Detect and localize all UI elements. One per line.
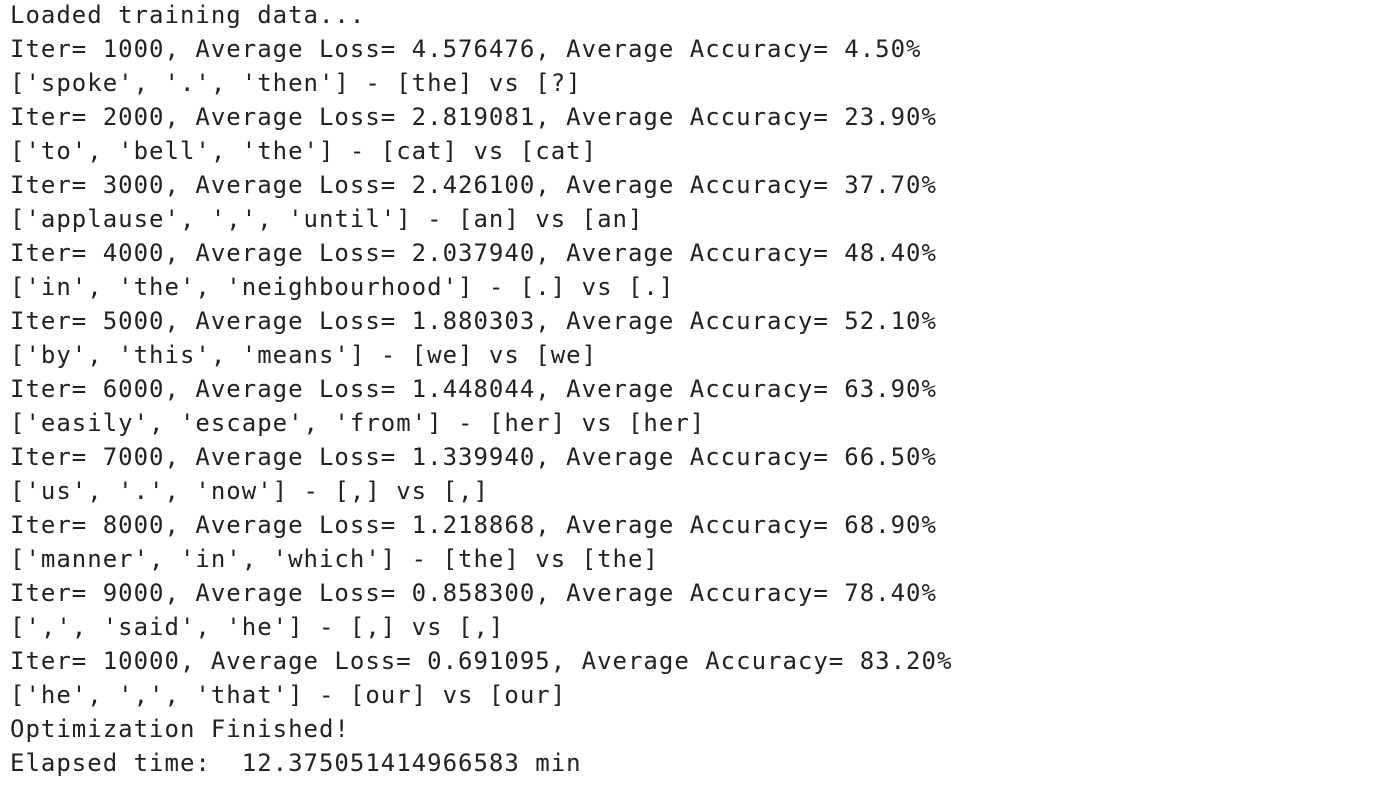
- log-line-sample-10000: ['he', ',', 'that'] - [our] vs [our]: [10, 681, 567, 709]
- log-line-sample-9000: [',', 'said', 'he'] - [,] vs [,]: [10, 613, 505, 641]
- log-line-loaded: Loaded training data...: [10, 1, 366, 29]
- log-line-iter-2000: Iter= 2000, Average Loss= 2.819081, Aver…: [10, 103, 937, 131]
- log-line-iter-5000: Iter= 5000, Average Loss= 1.880303, Aver…: [10, 307, 937, 335]
- log-line-finished: Optimization Finished!: [10, 715, 350, 743]
- log-line-sample-6000: ['easily', 'escape', 'from'] - [her] vs …: [10, 409, 706, 437]
- log-line-iter-3000: Iter= 3000, Average Loss= 2.426100, Aver…: [10, 171, 937, 199]
- log-line-sample-8000: ['manner', 'in', 'which'] - [the] vs [th…: [10, 545, 659, 573]
- log-line-sample-1000: ['spoke', '.', 'then'] - [the] vs [?]: [10, 69, 582, 97]
- log-line-iter-4000: Iter= 4000, Average Loss= 2.037940, Aver…: [10, 239, 937, 267]
- console-output: Loaded training data... Iter= 1000, Aver…: [10, 0, 1380, 786]
- log-line-iter-9000: Iter= 9000, Average Loss= 0.858300, Aver…: [10, 579, 937, 607]
- log-line-sample-3000: ['applause', ',', 'until'] - [an] vs [an…: [10, 205, 644, 233]
- log-line-sample-4000: ['in', 'the', 'neighbourhood'] - [.] vs …: [10, 273, 675, 301]
- log-line-iter-10000: Iter= 10000, Average Loss= 0.691095, Ave…: [10, 647, 953, 675]
- log-line-iter-8000: Iter= 8000, Average Loss= 1.218868, Aver…: [10, 511, 937, 539]
- log-line-sample-5000: ['by', 'this', 'means'] - [we] vs [we]: [10, 341, 598, 369]
- log-line-elapsed-time: Elapsed time: 12.375051414966583 min: [10, 749, 582, 777]
- log-line-iter-7000: Iter= 7000, Average Loss= 1.339940, Aver…: [10, 443, 937, 471]
- log-line-iter-1000: Iter= 1000, Average Loss= 4.576476, Aver…: [10, 35, 922, 63]
- log-line-sample-7000: ['us', '.', 'now'] - [,] vs [,]: [10, 477, 489, 505]
- log-line-iter-6000: Iter= 6000, Average Loss= 1.448044, Aver…: [10, 375, 937, 403]
- log-line-sample-2000: ['to', 'bell', 'the'] - [cat] vs [cat]: [10, 137, 598, 165]
